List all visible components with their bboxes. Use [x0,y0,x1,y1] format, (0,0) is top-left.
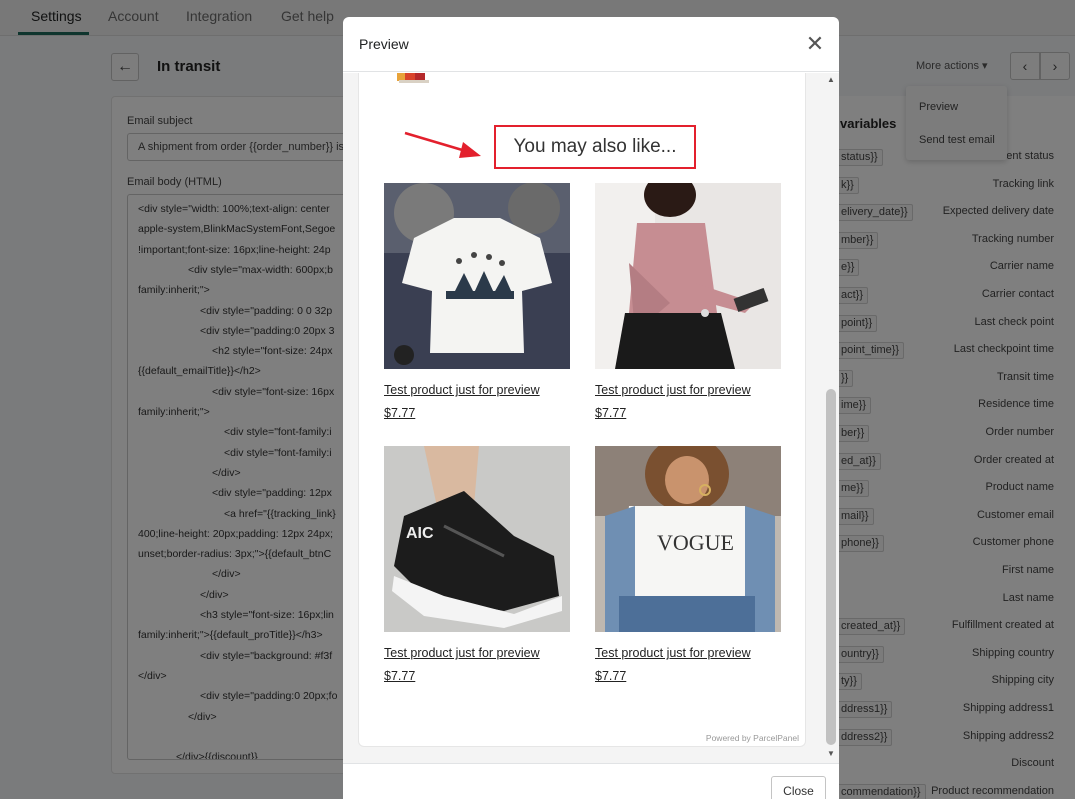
product-price[interactable]: $7.77 [595,406,626,420]
product-price[interactable]: $7.77 [384,406,415,420]
product-card[interactable]: Test product just for preview $7.77 [595,183,781,420]
product-name-link[interactable]: Test product just for preview [595,646,751,660]
preview-modal: Preview ✕ You may also like... Test prod… [343,17,839,799]
modal-header: Preview ✕ [343,17,839,72]
product-name-link[interactable]: Test product just for preview [595,383,751,397]
email-preview: You may also like... Test product just f… [358,73,806,747]
modal-footer: Close [343,763,839,799]
modal-body: You may also like... Test product just f… [343,73,839,763]
modal-title: Preview [359,36,409,52]
product-image[interactable] [384,183,570,369]
product-image[interactable]: VOGUE [595,446,781,632]
modal-close-button[interactable]: ✕ [804,31,826,56]
scroll-down-icon[interactable]: ▼ [823,749,839,761]
close-icon: ✕ [805,31,825,56]
product-name-link[interactable]: Test product just for preview [384,646,540,660]
product-name-link[interactable]: Test product just for preview [384,383,540,397]
red-arrow-annotation [404,131,481,158]
svg-text:VOGUE: VOGUE [657,530,734,555]
scroll-up-icon[interactable]: ▲ [823,75,839,87]
product-price[interactable]: $7.77 [384,669,415,683]
close-button[interactable]: Close [771,776,826,799]
recommendation-title: You may also like... [494,125,696,169]
partial-image [397,73,429,83]
product-card[interactable]: VOGUE Test product just for preview $7.7… [595,446,781,683]
product-image[interactable]: AIC [384,446,570,632]
modal-scrollbar[interactable]: ▲ ▼ [823,73,839,763]
scrollbar-thumb[interactable] [826,389,836,745]
product-card[interactable]: Test product just for preview $7.77 [384,183,570,420]
svg-text:AIC: AIC [406,525,434,542]
product-card[interactable]: AIC Test product just for preview $7.77 [384,446,570,683]
product-image[interactable] [595,183,781,369]
product-price[interactable]: $7.77 [595,669,626,683]
powered-by-label: Powered by ParcelPanel [705,733,799,743]
